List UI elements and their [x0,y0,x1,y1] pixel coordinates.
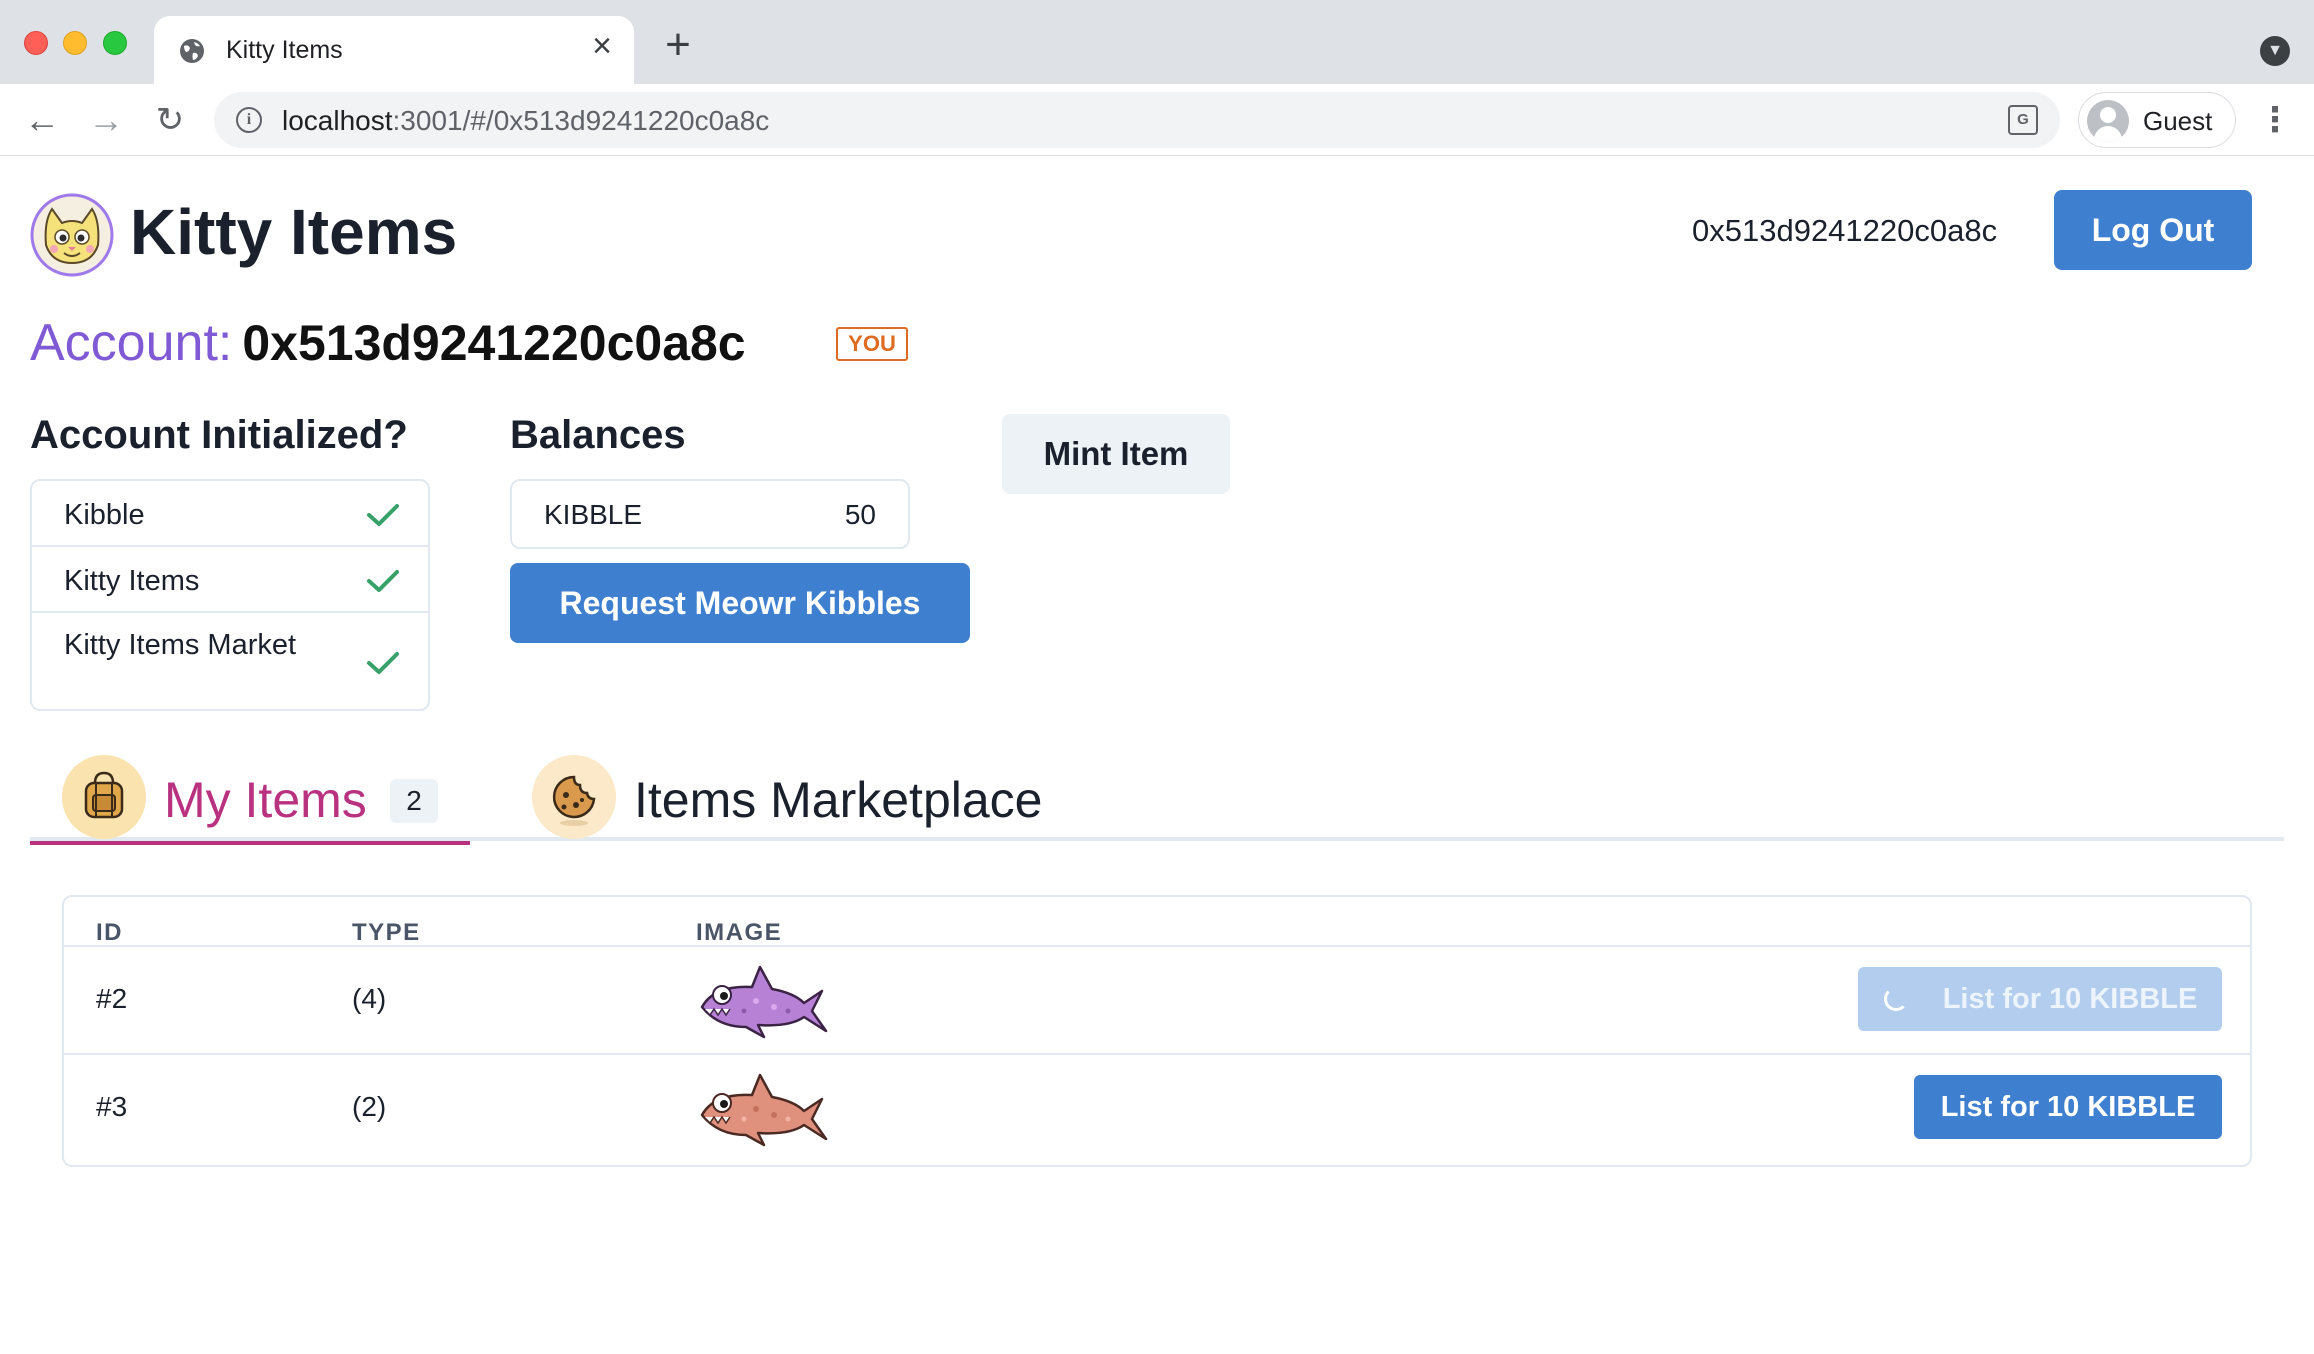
mint-item-button[interactable]: Mint Item [1002,414,1230,494]
list-for-sale-button[interactable]: List for 10 KIBBLE [1858,967,2222,1031]
translate-icon[interactable]: G [2008,105,2038,135]
list-for-sale-button[interactable]: List for 10 KIBBLE [1914,1075,2222,1139]
minimize-window-button[interactable] [63,31,87,55]
tab-items-marketplace[interactable]: Items Marketplace [500,755,1120,841]
tab-search-icon[interactable]: ▼ [2260,36,2290,66]
balance-amount: 50 [844,499,876,530]
item-count-badge: 2 [390,779,438,823]
kitty-logo-icon [30,193,114,277]
item-id: #3 [96,1091,128,1122]
maximize-window-button[interactable] [103,31,127,55]
account-label: Account: [30,314,233,372]
browser-tab-title: Kitty Items [226,36,343,64]
backpack-icon [62,755,146,839]
column-header-id: ID [96,919,123,946]
init-item-label: Kibble [64,499,145,531]
site-info-icon[interactable]: i [236,107,262,133]
balance-row: KIBBLE 50 [510,479,910,549]
item-id: #2 [96,983,128,1014]
items-tabs: My Items 2 Items Marketplace [30,755,2284,845]
you-badge: YOU [836,327,908,361]
initialization-list: Kibble Kitty Items Kitty Items Market [30,479,430,711]
item-type: (2) [352,1091,387,1122]
tab-label: Items Marketplace [634,772,1043,828]
browser-toolbar: ← → ↻ i localhost:3001/#/0x513d9241220c0… [0,84,2314,156]
column-header-type: TYPE [352,919,421,946]
item-type: (4) [352,983,387,1014]
logout-button[interactable]: Log Out [2054,190,2252,270]
orange-shark-image [700,1073,828,1147]
account-heading: Account: 0x513d9241220c0a8c [30,313,746,373]
url-host: localhost [282,105,393,136]
reload-button[interactable]: ↻ [148,98,192,142]
init-row-kitty-items: Kitty Items [32,547,428,613]
init-item-label: Kitty Items Market [64,629,297,661]
list-button-label: List for 10 KIBBLE [1942,982,2198,1015]
globe-icon [180,39,204,63]
loading-spinner-icon [1884,987,1908,1011]
balance-token: KIBBLE [544,499,643,530]
address-bar[interactable]: i localhost:3001/#/0x513d9241220c0a8c G [214,92,2060,148]
table-row: #2 (4) List for 10 KIBBLE [64,945,2250,1053]
new-tab-button[interactable]: + [660,23,696,67]
request-kibbles-button[interactable]: Request Meowr Kibbles [510,563,970,643]
account-initialized-heading: Account Initialized? [30,413,408,457]
check-icon [367,570,399,592]
browser-menu-icon[interactable]: ⋮ [2258,98,2292,142]
app-page: Kitty Items 0x513d9241220c0a8c Log Out A… [0,157,2314,1354]
tab-my-items[interactable]: My Items 2 [30,755,470,845]
app-title: Kitty Items [130,196,458,268]
avatar-icon [2087,100,2129,142]
items-table: ID TYPE IMAGE #2 (4) List for 10 KIBBLE [62,895,2252,1167]
check-icon [367,652,399,674]
url-text[interactable]: localhost:3001/#/0x513d9241220c0a8c [282,105,769,137]
check-icon [367,504,399,526]
close-tab-icon[interactable]: × [586,29,618,63]
purple-shark-image [700,965,828,1039]
tab-label: My Items [164,772,367,828]
init-row-kitty-items-market: Kitty Items Market [32,613,428,709]
init-row-kibble: Kibble [32,481,428,547]
profile-button[interactable]: Guest [2078,92,2236,148]
close-window-button[interactable] [24,31,48,55]
balances-heading: Balances [510,413,686,457]
header-wallet-address: 0x513d9241220c0a8c [1692,213,1998,248]
init-item-label: Kitty Items [64,565,200,597]
table-row: #3 (2) List for 10 KIBBLE [64,1053,2250,1161]
account-address: 0x513d9241220c0a8c [242,315,746,371]
browser-tab-strip: Kitty Items × + ▼ [0,0,2314,84]
column-header-image: IMAGE [696,919,783,946]
url-path: :3001/#/0x513d9241220c0a8c [392,105,770,136]
forward-button[interactable]: → [84,98,128,142]
browser-tab[interactable]: Kitty Items × [154,16,634,84]
cookie-icon [532,755,616,839]
back-button[interactable]: ← [20,98,64,142]
profile-label: Guest [2143,106,2213,136]
